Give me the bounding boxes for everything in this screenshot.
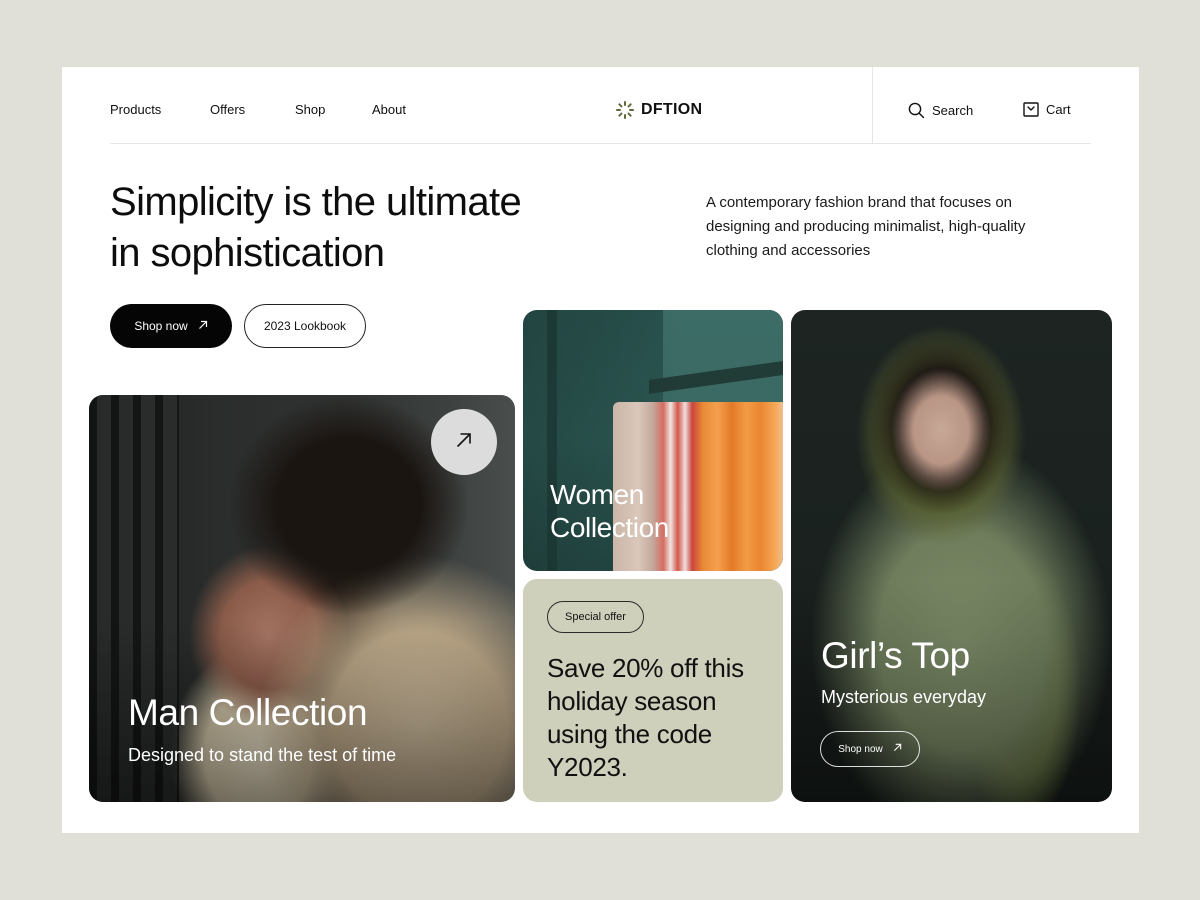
girls-top-card[interactable]: Girl’s Top Mysterious everyday Shop now [791,310,1112,802]
cart-icon [1023,102,1039,117]
girls-top-title: Girl’s Top [821,635,970,676]
search-label: Search [932,103,974,118]
brand-logo[interactable]: DFTION [615,100,702,120]
shop-now-label: Shop now [838,743,883,755]
cart-label: Cart [1046,102,1071,117]
women-title-line-2: Collection [550,512,669,543]
special-offer-card: Special offer Save 20% off this holiday … [523,579,783,802]
nav-link-about[interactable]: About [372,102,406,117]
special-offer-badge: Special offer [547,601,644,633]
search-icon [908,102,925,119]
nav-link-offers[interactable]: Offers [210,102,245,117]
women-title-line-1: Women [550,479,644,510]
sunburst-logo-icon [615,100,635,120]
arrow-up-right-icon [893,743,902,755]
lookbook-label: 2023 Lookbook [263,319,347,333]
nav-vertical-divider [872,67,873,143]
hero-title-line-2: in sophistication [110,231,385,275]
brand-name: DFTION [641,101,703,118]
girls-top-shop-now-button[interactable]: Shop now [820,731,920,767]
man-collection-subtitle: Designed to stand the test of time [128,745,397,765]
hero-title-line-1: Simplicity is the ultimate [110,180,522,224]
women-collection-card[interactable]: Women Collection [523,310,783,571]
arrow-up-right-icon [198,319,208,333]
lookbook-button[interactable]: 2023 Lookbook [244,304,366,348]
arrow-up-right-icon [455,431,473,454]
nav-links: Products Offers Shop About [110,102,430,122]
open-man-collection-button[interactable] [431,409,497,475]
girl-photo-overlay [791,310,1112,802]
man-collection-title: Man Collection [128,692,368,733]
page-container: Products Offers Shop About DFTION Search… [62,67,1139,833]
cart-button[interactable]: Cart [1023,102,1071,117]
search-button[interactable]: Search [908,102,973,119]
hero-description: A contemporary fashion brand that focuse… [706,194,1026,259]
special-offer-text: Save 20% off this holiday season using t… [547,653,744,782]
nav-horizontal-divider [110,143,1091,144]
women-collection-title: Women Collection [550,478,669,544]
nav-link-products[interactable]: Products [110,102,161,117]
hero-title: Simplicity is the ultimate in sophistica… [110,177,630,279]
girls-top-subtitle: Mysterious everyday [821,687,987,707]
man-collection-card[interactable]: Man Collection Designed to stand the tes… [89,395,515,802]
shop-now-button[interactable]: Shop now [110,304,232,348]
shop-now-label: Shop now [134,319,188,333]
nav-link-shop[interactable]: Shop [295,102,325,117]
